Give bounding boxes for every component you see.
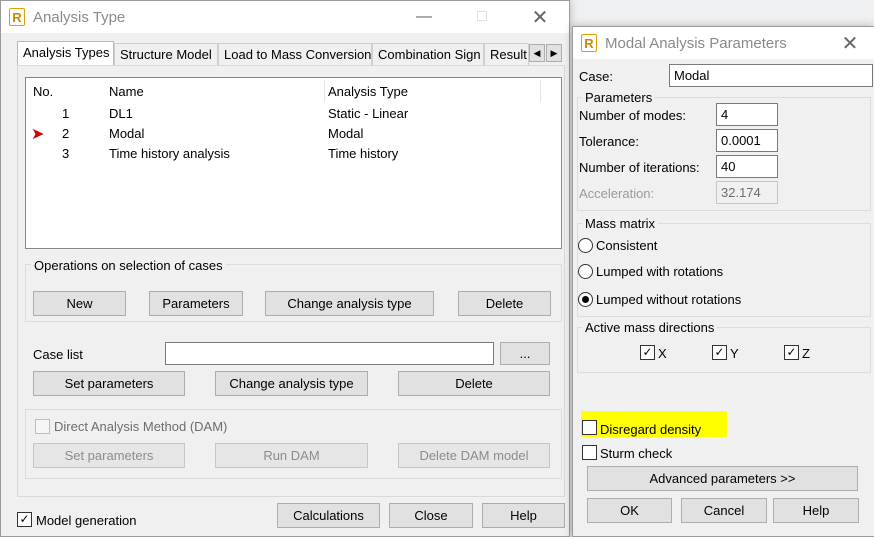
table-row[interactable]: 1 DL1 Static - Linear [26, 104, 561, 124]
mass-directions-group-label: Active mass directions [582, 320, 718, 335]
cell-name: DL1 [109, 106, 133, 121]
acceleration-label: Acceleration: [579, 186, 655, 201]
advanced-parameters-button[interactable]: Advanced parameters >> [587, 466, 858, 491]
cell-type: Static - Linear [328, 106, 409, 121]
analysis-cases-table[interactable]: No. Name Analysis Type 1 DL1 Static - Li… [25, 77, 562, 249]
parameters-button[interactable]: Parameters [149, 291, 243, 316]
lumped-rotations-label: Lumped with rotations [596, 264, 724, 279]
header-divider [324, 80, 325, 102]
col-header-no[interactable]: No. [33, 84, 53, 99]
tolerance-label: Tolerance: [579, 134, 639, 149]
lumped-without-rotations-radio[interactable] [578, 292, 593, 307]
sturm-check-label: Sturm check [600, 446, 673, 461]
mass-matrix-group-label: Mass matrix [582, 216, 659, 231]
direction-z-label: Z [802, 346, 810, 361]
cell-no: 1 [62, 106, 70, 121]
iterations-field[interactable]: 40 [716, 155, 778, 178]
tab-combination-sign[interactable]: Combination Sign [372, 43, 484, 65]
modal-help-button[interactable]: Help [773, 498, 859, 523]
modes-field[interactable]: 4 [716, 103, 778, 126]
table-row[interactable]: 3 Time history analysis Time history [26, 144, 561, 164]
app-logo-icon: R [581, 34, 597, 52]
new-button[interactable]: New [33, 291, 126, 316]
dam-set-parameters-button[interactable]: Set parameters [33, 443, 185, 468]
direction-y-checkbox[interactable]: ✓ [712, 345, 727, 360]
cell-no: 2 [62, 126, 70, 141]
cell-type: Modal [328, 126, 364, 141]
ok-button[interactable]: OK [587, 498, 672, 523]
dam-checkbox[interactable] [35, 419, 50, 434]
tab-scroll-left-icon[interactable]: ◀ [529, 44, 545, 62]
lumped-rotations-radio[interactable] [578, 264, 593, 279]
arrow-right-icon: ➤ [31, 126, 45, 143]
delete-button[interactable]: Delete [458, 291, 551, 316]
acceleration-field[interactable]: 32.174 [716, 181, 778, 204]
case-list-label: Case list [33, 347, 83, 362]
model-generation-checkbox[interactable]: ✓ [17, 512, 32, 527]
help-button[interactable]: Help [482, 503, 565, 528]
case-label: Case: [579, 69, 613, 84]
analysis-titlebar: R Analysis Type — □ ✕ [1, 1, 569, 33]
cell-name: Modal [109, 126, 145, 141]
modes-label: Number of modes: [579, 108, 686, 123]
tab-analysis-types[interactable]: Analysis Types [17, 41, 114, 66]
col-header-name[interactable]: Name [109, 84, 144, 99]
direction-z-checkbox[interactable]: ✓ [784, 345, 799, 360]
tab-load-to-mass[interactable]: Load to Mass Conversion [218, 43, 372, 65]
case-list-browse-button[interactable]: ... [500, 342, 550, 365]
parameters-group-label: Parameters [582, 90, 656, 105]
tab-structure-model[interactable]: Structure Model [114, 43, 218, 65]
iterations-label: Number of iterations: [579, 160, 700, 175]
dam-label: Direct Analysis Method (DAM) [54, 419, 228, 434]
close-icon[interactable]: ✕ [827, 27, 873, 59]
disregard-density-checkbox[interactable] [582, 420, 597, 435]
tolerance-field[interactable]: 0.0001 [716, 129, 778, 152]
model-generation-label: Model generation [36, 513, 137, 528]
case-field[interactable]: Modal [669, 64, 873, 87]
table-row[interactable]: ➤ 2 Modal Modal [26, 124, 561, 144]
analysis-type-window: R Analysis Type — □ ✕ Analysis Types Str… [0, 0, 570, 537]
run-dam-button[interactable]: Run DAM [215, 443, 368, 468]
delete-dam-model-button[interactable]: Delete DAM model [398, 443, 550, 468]
header-divider [540, 80, 541, 102]
cell-no: 3 [62, 146, 70, 161]
cell-type: Time history [328, 146, 399, 161]
set-parameters-button[interactable]: Set parameters [33, 371, 185, 396]
cell-name: Time history analysis [109, 146, 230, 161]
direction-y-label: Y [730, 346, 739, 361]
tab-result[interactable]: Result [484, 43, 529, 65]
close-button[interactable]: Close [389, 503, 473, 528]
tab-scroll-right-icon[interactable]: ▶ [546, 44, 562, 62]
disregard-density-label: Disregard density [600, 422, 702, 437]
case-change-analysis-type-button[interactable]: Change analysis type [215, 371, 368, 396]
change-analysis-type-button[interactable]: Change analysis type [265, 291, 434, 316]
col-header-type[interactable]: Analysis Type [328, 84, 408, 99]
lumped-without-rotations-label: Lumped without rotations [596, 292, 742, 307]
consistent-label: Consistent [596, 238, 658, 253]
cancel-button[interactable]: Cancel [681, 498, 767, 523]
modal-window-title: Modal Analysis Parameters [605, 34, 787, 52]
close-icon[interactable]: ✕ [517, 1, 563, 33]
minimize-icon[interactable]: — [401, 1, 447, 33]
direction-x-checkbox[interactable]: ✓ [640, 345, 655, 360]
direction-x-label: X [658, 346, 667, 361]
modal-parameters-window: R Modal Analysis Parameters ✕ Case: Moda… [572, 26, 874, 537]
case-delete-button[interactable]: Delete [398, 371, 550, 396]
operations-group-label: Operations on selection of cases [31, 258, 226, 273]
consistent-radio[interactable] [578, 238, 593, 253]
case-list-input[interactable] [165, 342, 494, 365]
modal-titlebar: R Modal Analysis Parameters ✕ [573, 27, 874, 59]
window-title: Analysis Type [33, 8, 126, 26]
calculations-button[interactable]: Calculations [277, 503, 380, 528]
maximize-icon[interactable]: □ [459, 1, 505, 33]
sturm-check-checkbox[interactable] [582, 445, 597, 460]
app-logo-icon: R [9, 8, 25, 26]
